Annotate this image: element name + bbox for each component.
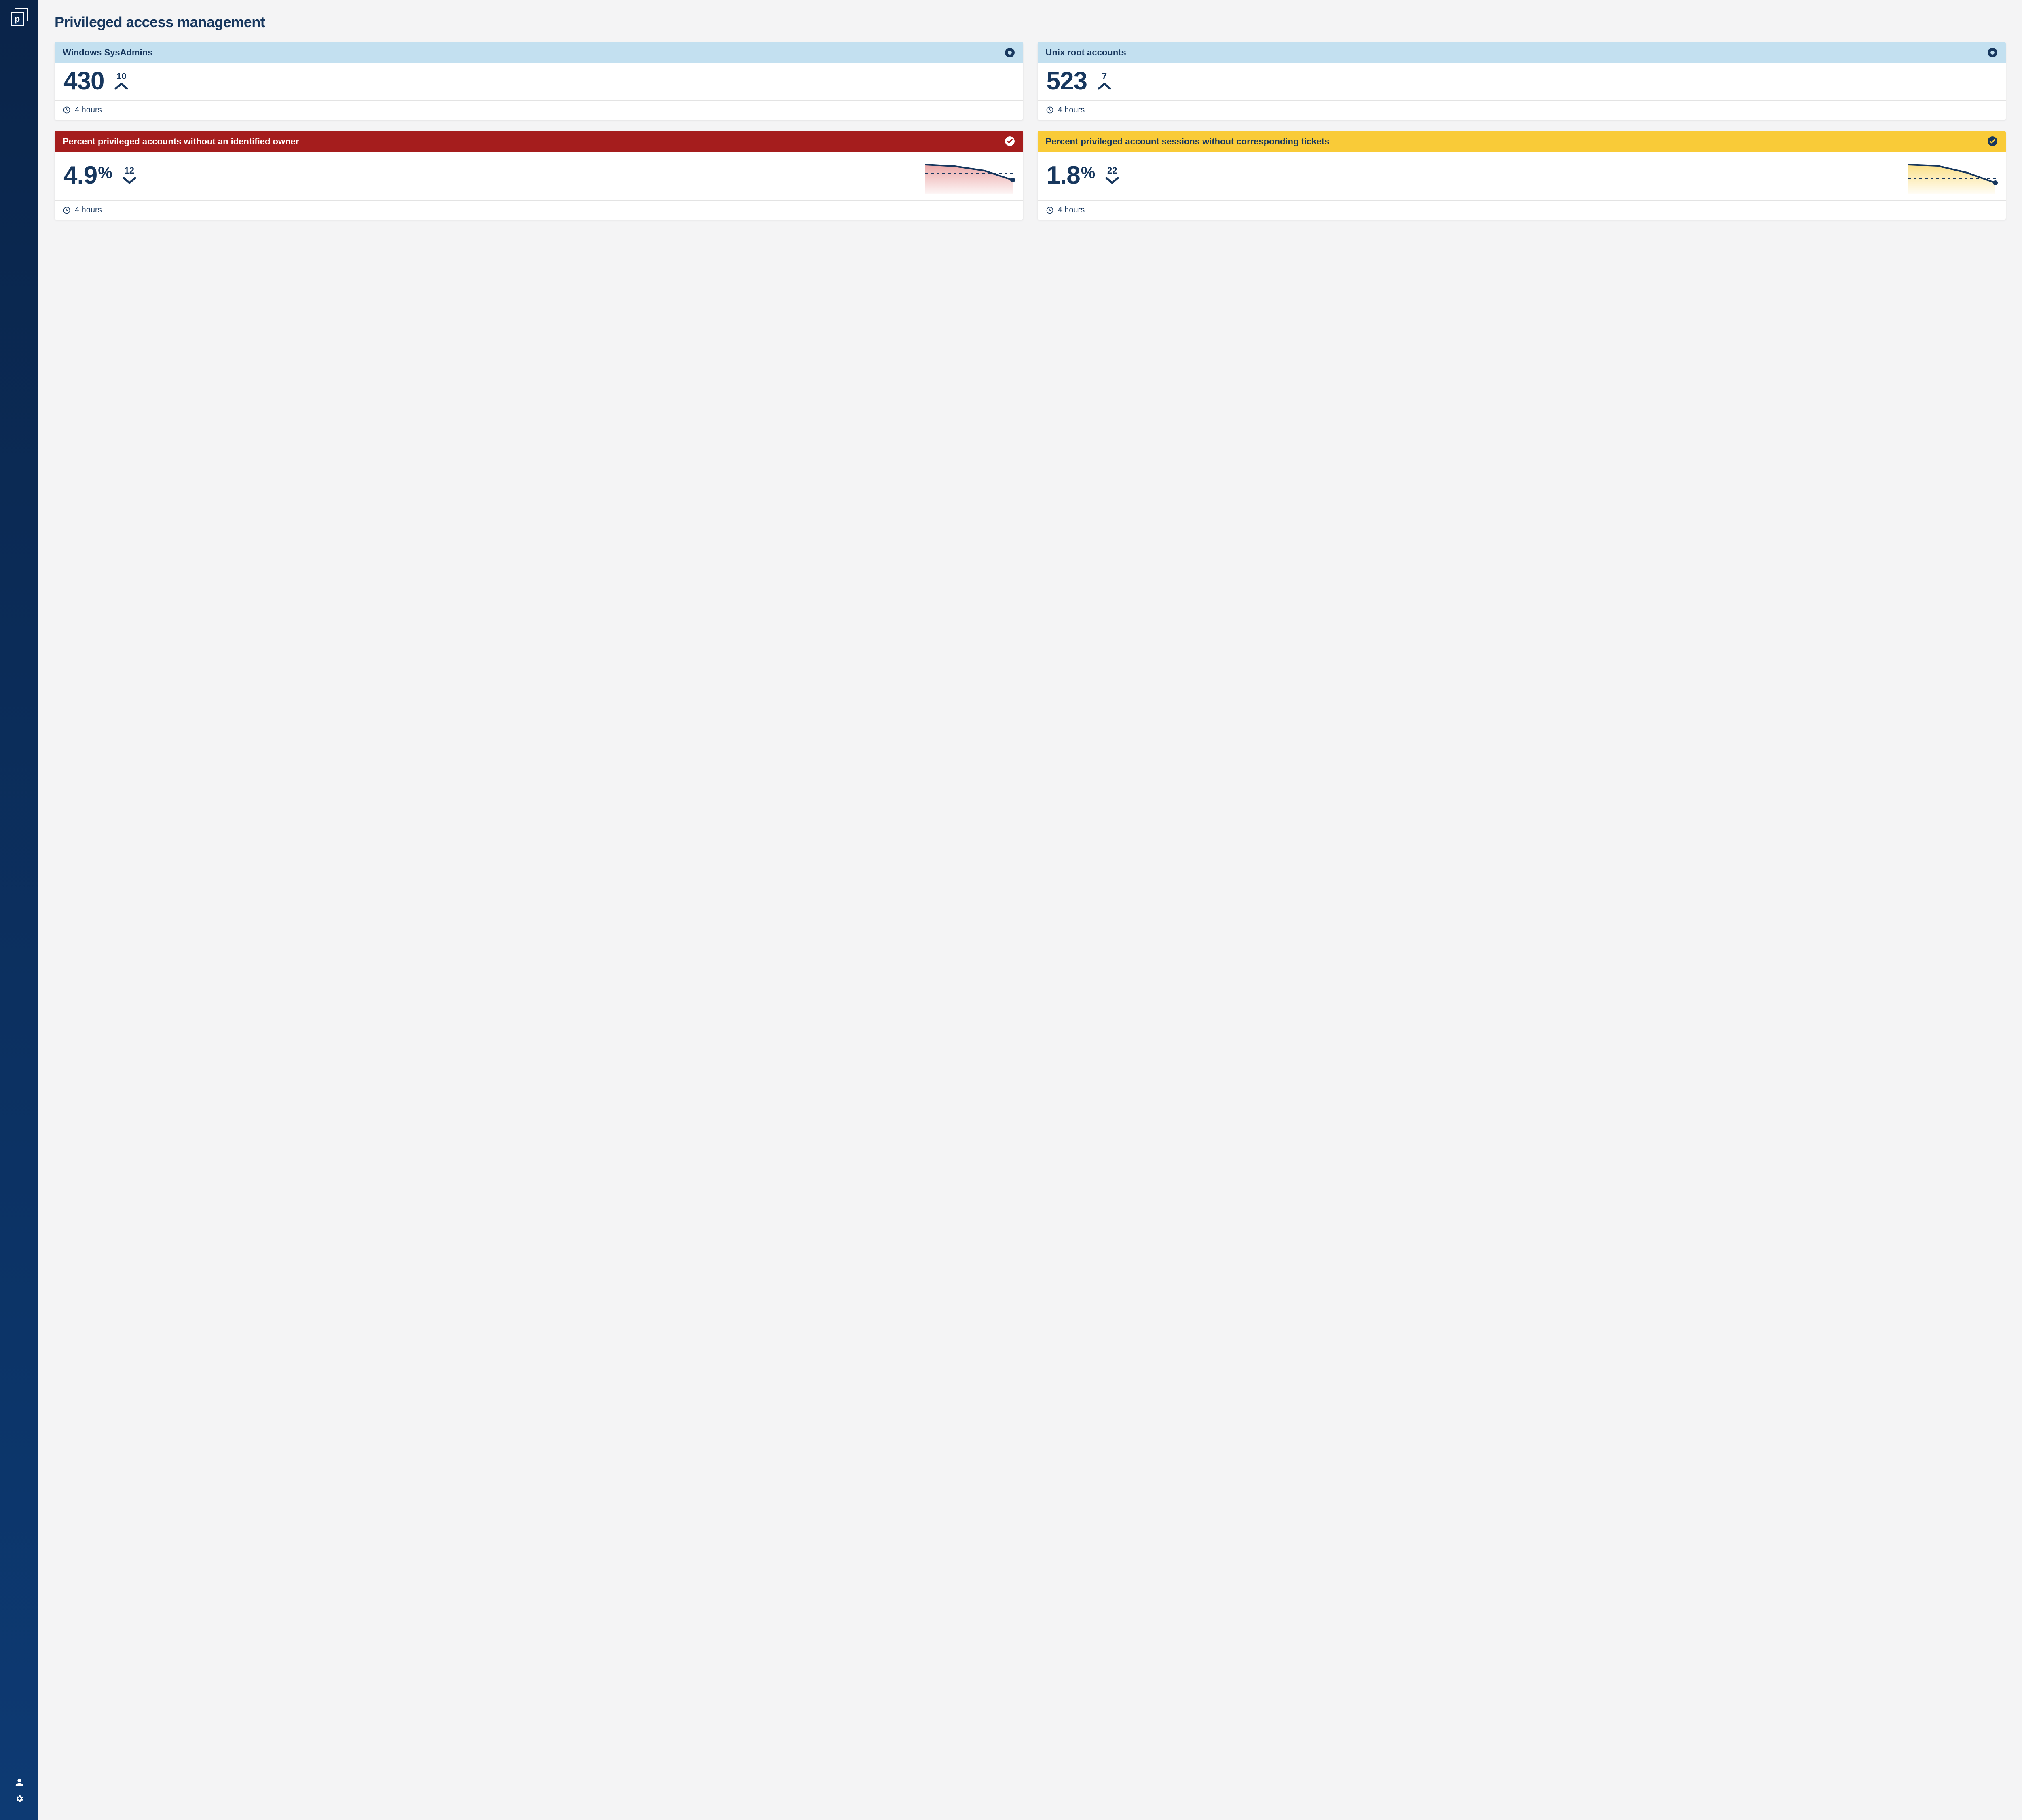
chevron-up-icon (114, 82, 128, 91)
metric-delta: 10 (114, 72, 128, 91)
record-target-icon (1987, 47, 1998, 58)
card-title: Percent privileged accounts without an i… (63, 136, 1005, 147)
card-footer: 4 hours (1038, 100, 2006, 120)
card-title: Unix root accounts (1046, 47, 1988, 58)
delta-value: 12 (125, 166, 134, 175)
clock-icon (63, 206, 71, 214)
card-footer: 4 hours (55, 100, 1023, 120)
metric-delta: 7 (1098, 72, 1111, 91)
metric-delta: 12 (123, 166, 136, 185)
chevron-down-icon (1105, 176, 1119, 185)
card-body: 430 10 (55, 63, 1023, 100)
card-header: Percent privileged accounts without an i… (55, 131, 1023, 152)
card-unix-root[interactable]: Unix root accounts 523 7 4 hours (1038, 42, 2006, 120)
metric-delta: 22 (1105, 166, 1119, 185)
gear-icon[interactable] (15, 1794, 24, 1803)
footer-time: 4 hours (75, 205, 102, 215)
card-sessions-no-tickets[interactable]: Percent privileged account sessions with… (1038, 131, 2006, 220)
metric-value: 4.9% (63, 163, 112, 188)
card-body: 4.9% 12 (55, 152, 1023, 200)
user-icon[interactable] (15, 1778, 24, 1787)
chevron-down-icon (123, 176, 136, 185)
record-target-icon (1005, 47, 1015, 58)
clock-icon (63, 106, 71, 114)
footer-time: 4 hours (1058, 205, 1085, 215)
clock-icon (1046, 106, 1054, 114)
card-footer: 4 hours (55, 200, 1023, 220)
metric-value: 430 (63, 69, 104, 94)
metric-value: 523 (1047, 69, 1087, 94)
footer-time: 4 hours (1058, 106, 1085, 115)
card-footer: 4 hours (1038, 200, 2006, 220)
clock-icon (1046, 206, 1054, 214)
card-header: Unix root accounts (1038, 42, 2006, 63)
app-logo[interactable]: p (11, 8, 28, 26)
delta-value: 7 (1102, 72, 1107, 81)
delta-value: 22 (1107, 166, 1117, 175)
card-windows-sysadmins[interactable]: Windows SysAdmins 430 10 4 hours (55, 42, 1023, 120)
card-body: 523 7 (1038, 63, 2006, 100)
card-accounts-no-owner[interactable]: Percent privileged accounts without an i… (55, 131, 1023, 220)
sidebar: p (0, 0, 38, 1820)
delta-value: 10 (116, 72, 126, 81)
page-title: Privileged access management (55, 14, 2006, 31)
sparkline-chart (925, 157, 1014, 194)
card-header: Percent privileged account sessions with… (1038, 131, 2006, 152)
sparkline-chart (1908, 157, 1997, 194)
footer-time: 4 hours (75, 106, 102, 115)
card-title: Percent privileged account sessions with… (1046, 136, 1988, 147)
main-content: Privileged access management Windows Sys… (38, 0, 2022, 1820)
chevron-up-icon (1098, 82, 1111, 91)
metric-value: 1.8% (1047, 163, 1095, 188)
card-grid: Windows SysAdmins 430 10 4 hours Unix ro… (55, 42, 2006, 220)
card-body: 1.8% 22 (1038, 152, 2006, 200)
check-circle-icon (1005, 136, 1015, 146)
card-title: Windows SysAdmins (63, 47, 1005, 58)
card-header: Windows SysAdmins (55, 42, 1023, 63)
check-circle-icon (1987, 136, 1998, 146)
